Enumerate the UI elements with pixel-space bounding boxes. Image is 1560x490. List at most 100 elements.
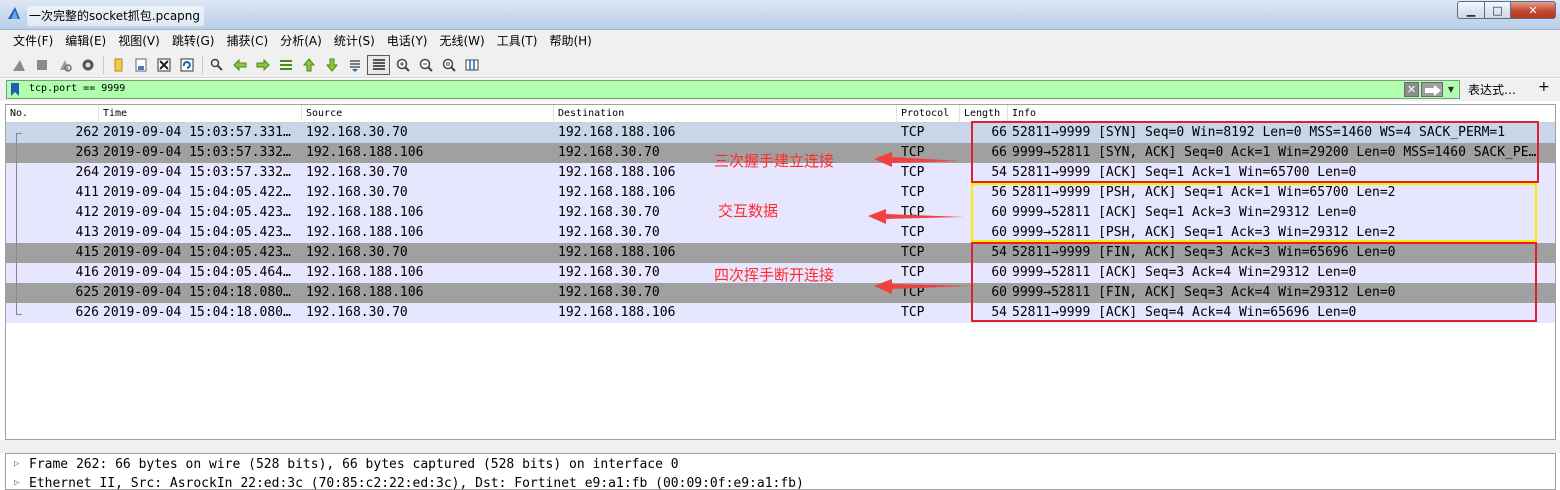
packet-cell-time: 2019-09-04 15:04:05.423…	[103, 245, 291, 260]
packet-cell-src: 192.168.30.70	[306, 305, 408, 320]
go-forward-icon	[256, 58, 270, 71]
open-file-button[interactable]	[107, 55, 128, 75]
column-source[interactable]: Source	[302, 105, 554, 123]
clear-filter-icon[interactable]: ✕	[1404, 82, 1419, 97]
capture-options-button[interactable]	[77, 55, 98, 75]
packet-cell-src: 192.168.30.70	[306, 245, 408, 260]
packet-cell-dst: 192.168.30.70	[558, 225, 660, 240]
save-file-icon	[135, 58, 146, 71]
column-protocol[interactable]: Protocol	[897, 105, 960, 123]
minimize-button[interactable]: ▁	[1457, 1, 1484, 19]
colorize-button[interactable]	[367, 54, 390, 75]
restart-icon	[59, 59, 72, 72]
packet-cell-src: 192.168.188.106	[306, 225, 424, 240]
start-capture-button[interactable]	[8, 55, 29, 75]
close-file-icon	[157, 58, 170, 71]
close-button[interactable]: ✕	[1511, 1, 1556, 19]
bookmark-icon[interactable]	[10, 83, 20, 96]
close-file-button[interactable]	[153, 55, 174, 75]
window-controls: ▁ □ ✕	[1457, 1, 1556, 19]
colorize-icon	[372, 58, 385, 70]
add-filter-button[interactable]: +	[1538, 79, 1550, 95]
menu-bar: 文件(F) 编辑(E) 视图(V) 跳转(G) 捕获(C) 分析(A) 统计(S…	[0, 30, 1560, 52]
find-packet-icon	[210, 58, 223, 71]
reload-file-button[interactable]	[176, 55, 197, 75]
menu-capture[interactable]: 捕获(C)	[220, 31, 274, 51]
packet-details-pane[interactable]: ▷ Frame 262: 66 bytes on wire (528 bits)…	[5, 453, 1556, 490]
conversation-bracket	[16, 133, 17, 315]
packet-cell-proto: TCP	[901, 125, 925, 140]
apply-filter-arrow-icon[interactable]	[1421, 82, 1443, 97]
column-time[interactable]: Time	[99, 105, 302, 123]
packet-cell-src: 192.168.30.70	[306, 165, 408, 180]
menu-edit[interactable]: 编辑(E)	[59, 31, 112, 51]
go-forward-button[interactable]	[252, 55, 273, 75]
menu-wireless[interactable]: 无线(W)	[434, 31, 491, 51]
expand-arrow-icon[interactable]: ▷	[14, 455, 19, 474]
zoom-in-button[interactable]	[392, 55, 413, 75]
menu-file[interactable]: 文件(F)	[7, 31, 59, 51]
menu-go[interactable]: 跳转(G)	[166, 31, 221, 51]
filter-history-dropdown-icon[interactable]: ▼	[1445, 82, 1457, 97]
main-toolbar	[0, 52, 1560, 78]
menu-view[interactable]: 视图(V)	[112, 31, 166, 51]
packet-cell-no: 415	[75, 245, 99, 260]
packet-cell-no: 264	[75, 165, 99, 180]
menu-tools[interactable]: 工具(T)	[491, 31, 544, 51]
open-folder-icon	[114, 58, 122, 71]
packet-cell-no: 262	[75, 125, 99, 140]
first-packet-icon	[302, 57, 315, 71]
menu-statistics[interactable]: 统计(S)	[328, 31, 381, 51]
title-bar: 一次完整的socket抓包.pcapng ▁ □ ✕	[0, 0, 1560, 30]
packet-cell-dst: 192.168.30.70	[558, 285, 660, 300]
packet-cell-time: 2019-09-04 15:04:05.422…	[103, 185, 291, 200]
restart-capture-button[interactable]	[54, 55, 75, 75]
packet-cell-src: 192.168.30.70	[306, 125, 408, 140]
packet-cell-no: 625	[75, 285, 99, 300]
column-destination[interactable]: Destination	[554, 105, 897, 123]
resize-columns-button[interactable]	[461, 55, 482, 75]
menu-help[interactable]: 帮助(H)	[543, 31, 597, 51]
expand-arrow-icon[interactable]: ▷	[14, 474, 19, 489]
packet-cell-no: 411	[75, 185, 99, 200]
maximize-button[interactable]: □	[1484, 1, 1511, 19]
stop-icon	[36, 59, 47, 70]
autoscroll-button[interactable]	[344, 55, 365, 75]
conversation-bracket-end	[16, 314, 22, 315]
packet-cell-dst: 192.168.188.106	[558, 245, 676, 260]
packet-cell-no: 626	[75, 305, 99, 320]
packet-cell-src: 192.168.188.106	[306, 205, 424, 220]
save-file-button[interactable]	[130, 55, 151, 75]
stop-capture-button[interactable]	[31, 55, 52, 75]
go-back-button[interactable]	[229, 55, 250, 75]
go-to-packet-button[interactable]	[275, 55, 296, 75]
toolbar-separator	[202, 55, 203, 74]
handshake-annotation: 三次握手建立连接	[714, 152, 835, 170]
teardown-highlight-box	[971, 242, 1537, 322]
packet-cell-no: 416	[75, 265, 99, 280]
handshake-arrow-icon	[874, 152, 960, 167]
data-arrow-icon	[868, 209, 964, 224]
packet-cell-proto: TCP	[901, 185, 925, 200]
teardown-arrow-icon	[874, 279, 970, 294]
autoscroll-icon	[349, 59, 360, 72]
menu-telephony[interactable]: 电话(Y)	[381, 31, 434, 51]
go-to-packet-icon	[279, 59, 292, 70]
first-packet-button[interactable]	[298, 55, 319, 75]
handshake-highlight-box	[971, 121, 1539, 183]
zoom-in-icon	[396, 58, 410, 72]
column-no[interactable]: No.	[6, 105, 99, 123]
packet-cell-time: 2019-09-04 15:03:57.331…	[103, 125, 291, 140]
detail-text: Ethernet II, Src: AsrockIn_22:ed:3c (70:…	[29, 476, 804, 490]
display-filter-input[interactable]: tcp.port == 9999 ✕ ▼	[6, 80, 1460, 99]
zoom-normal-icon	[442, 58, 456, 72]
packet-cell-dst: 192.168.188.106	[558, 125, 676, 140]
pane-splitter[interactable]	[0, 440, 1560, 453]
zoom-out-button[interactable]	[415, 55, 436, 75]
zoom-normal-button[interactable]	[438, 55, 459, 75]
expression-button[interactable]: 表达式…	[1468, 81, 1516, 98]
find-packet-button[interactable]	[206, 55, 227, 75]
menu-analyze[interactable]: 分析(A)	[274, 31, 328, 51]
last-packet-button[interactable]	[321, 55, 342, 75]
packet-cell-src: 192.168.188.106	[306, 145, 424, 160]
